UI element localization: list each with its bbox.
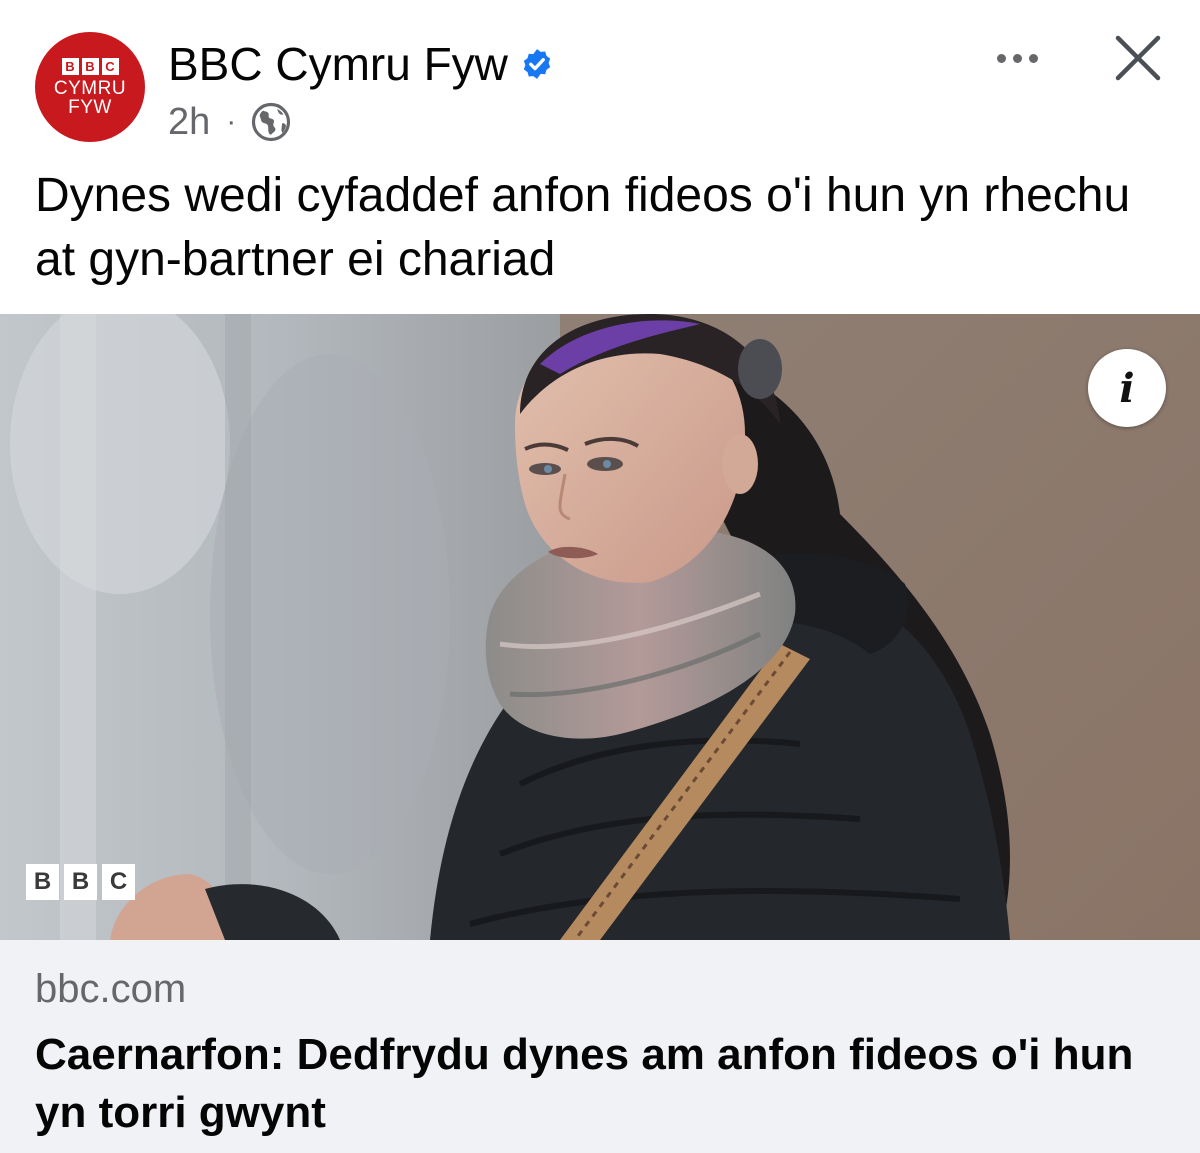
post-meta: 2h · <box>168 98 292 146</box>
post-image[interactable] <box>0 314 1200 940</box>
avatar-logo-block: B <box>81 57 99 75</box>
facebook-post: B B C CYMRU FYW BBC Cymru Fyw 2h · Dynes… <box>0 0 1200 1153</box>
avatar-bbc-logo: B B C <box>61 57 119 75</box>
post-caption: Dynes wedi cyfaddef anfon fideos o'i hun… <box>35 169 1131 286</box>
globe-icon <box>252 102 291 142</box>
image-info-button[interactable]: i <box>1088 349 1166 427</box>
watermark-block: B <box>26 864 59 900</box>
more-dot-icon <box>1012 53 1022 63</box>
meta-separator: · <box>226 105 237 138</box>
link-preview[interactable]: bbc.com Caernarfon: Dedfrydu dynes am an… <box>0 940 1200 1153</box>
avatar-logo-block: C <box>101 57 119 75</box>
post-timestamp[interactable]: 2h <box>168 98 210 146</box>
page-avatar[interactable]: B B C CYMRU FYW <box>35 32 145 142</box>
page-name-link[interactable]: BBC Cymru Fyw <box>168 36 508 92</box>
more-options-button[interactable] <box>985 38 1049 78</box>
watermark-block: B <box>64 864 97 900</box>
post-photo-illustration <box>0 314 1200 940</box>
link-headline: Caernarfon: Dedfrydu dynes am anfon fide… <box>35 1030 1134 1137</box>
verified-badge-icon <box>523 49 551 79</box>
more-dot-icon <box>1028 53 1038 63</box>
watermark-block: C <box>102 864 135 900</box>
avatar-line-2: FYW <box>68 96 112 118</box>
avatar-logo-block: B <box>61 57 79 75</box>
avatar-line-1: CYMRU <box>53 77 127 99</box>
close-icon[interactable] <box>1110 30 1166 86</box>
link-domain: bbc.com <box>35 967 187 1011</box>
page-name-row: BBC Cymru Fyw <box>168 36 554 92</box>
more-dot-icon <box>996 53 1006 63</box>
bbc-watermark-logo: B B C <box>26 864 135 900</box>
